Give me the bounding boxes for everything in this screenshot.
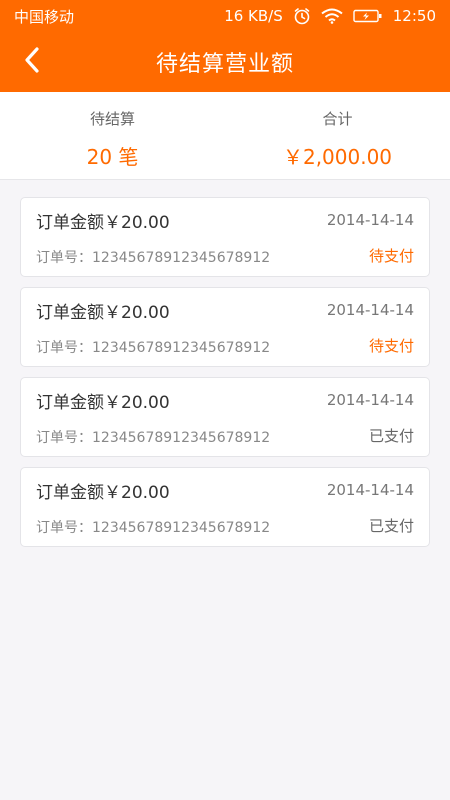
order-number: 订单号：12345678912345678912 [36,520,271,536]
order-status: 已支付 [368,517,414,535]
status-right: 16 KB/S 12:50 [224,7,436,25]
order-card[interactable]: 订单金额￥20.00 2014-14-14 订单号：12345678912345… [20,197,430,277]
order-card[interactable]: 订单金额￥20.00 2014-14-14 订单号：12345678912345… [20,287,430,367]
pending-count: 20 笔 [86,145,139,169]
order-date: 2014-14-14 [326,391,414,409]
order-status: 待支付 [368,247,414,265]
pending-count-section: 待结算 20 笔 [0,92,225,179]
clock-time: 12:50 [392,7,436,25]
total-amount: ￥2,000.00 [282,145,393,169]
back-button[interactable] [14,44,50,80]
wifi-icon [321,8,343,24]
page-title: 待结算营业额 [155,52,294,77]
carrier-label: 中国移动 [14,7,75,26]
chevron-left-icon [22,46,42,78]
total-label: 合计 [322,110,353,128]
pending-label: 待结算 [89,110,135,128]
status-bar: 中国移动 16 KB/S 12:50 [0,0,450,32]
order-card[interactable]: 订单金额￥20.00 2014-14-14 订单号：12345678912345… [20,467,430,547]
settlement-summary: 待结算 20 笔 合计 ￥2,000.00 [0,92,450,180]
order-number: 订单号：12345678912345678912 [36,430,271,446]
order-amount: 订单金额￥20.00 [36,213,170,233]
order-amount: 订单金额￥20.00 [36,483,170,503]
order-amount: 订单金额￥20.00 [36,393,170,413]
order-date: 2014-14-14 [326,481,414,499]
order-status: 待支付 [368,337,414,355]
network-speed: 16 KB/S [224,7,283,25]
order-card[interactable]: 订单金额￥20.00 2014-14-14 订单号：12345678912345… [20,377,430,457]
order-list: 订单金额￥20.00 2014-14-14 订单号：12345678912345… [20,197,430,557]
order-amount: 订单金额￥20.00 [36,303,170,323]
top-navigation-bar: 待结算营业额 [0,32,450,92]
battery-icon [353,9,383,23]
order-number: 订单号：12345678912345678912 [36,250,271,266]
total-amount-section: 合计 ￥2,000.00 [225,92,450,179]
order-number: 订单号：12345678912345678912 [36,340,271,356]
order-status: 已支付 [368,427,414,445]
order-date: 2014-14-14 [326,211,414,229]
alarm-icon [293,7,311,25]
order-date: 2014-14-14 [326,301,414,319]
